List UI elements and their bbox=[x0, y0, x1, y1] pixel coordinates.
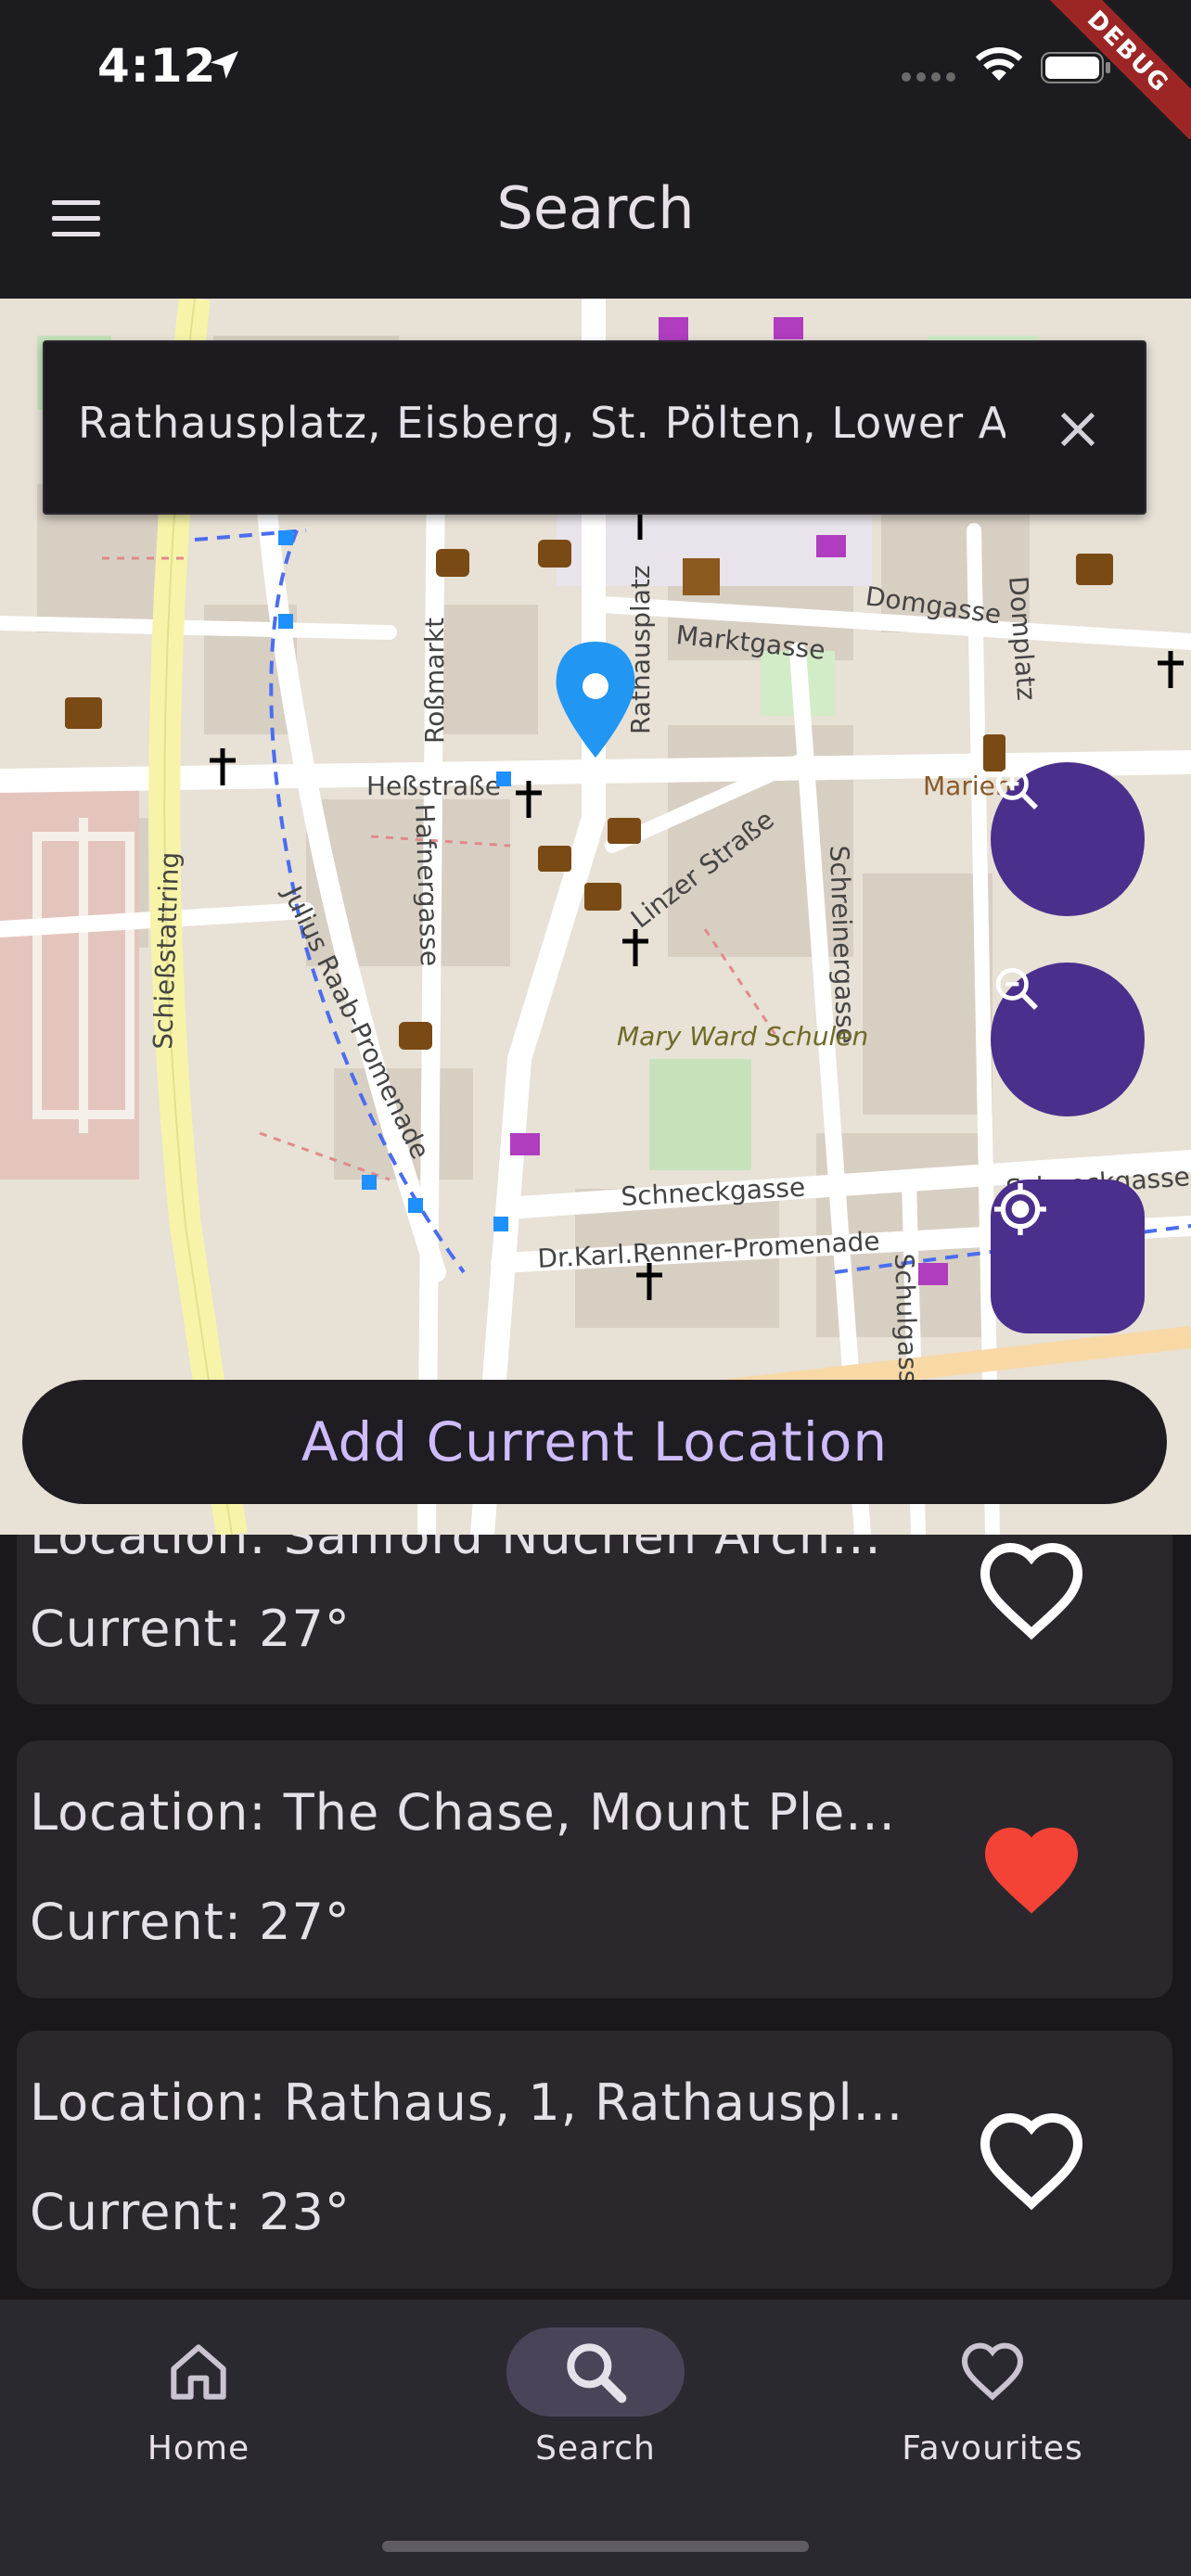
add-current-location-button[interactable]: Add Current Location bbox=[22, 1380, 1167, 1504]
home-icon bbox=[171, 2344, 226, 2400]
heart-filled-icon[interactable] bbox=[976, 1818, 1087, 1920]
status-time: 4:12 bbox=[97, 39, 217, 93]
map-label: Hafnergasse bbox=[409, 803, 445, 966]
zoom-in-button[interactable] bbox=[991, 762, 1145, 916]
map-label: Roßmarkt bbox=[419, 618, 450, 744]
my-location-button[interactable] bbox=[991, 1180, 1145, 1333]
map-label: Heßstraße bbox=[366, 771, 501, 801]
location-arrow-icon bbox=[211, 51, 238, 79]
nav-active-indicator bbox=[506, 2327, 685, 2417]
wifi-icon bbox=[975, 47, 1023, 81]
location-card[interactable]: Location: Rathaus, 1, Rathauspl... Curre… bbox=[17, 2031, 1172, 2289]
map-label: Domplatz bbox=[1003, 575, 1042, 701]
zoom-in-icon bbox=[995, 767, 1038, 810]
page-title: Search bbox=[496, 174, 695, 242]
current-temp: Current: 27° bbox=[30, 1600, 351, 1658]
zoom-out-button[interactable] bbox=[991, 963, 1145, 1116]
nav-item-search[interactable]: Search bbox=[456, 2327, 735, 2468]
nav-label-search: Search bbox=[535, 2429, 656, 2468]
location-card[interactable]: Location: Sanford Nuchen Arch... Current… bbox=[17, 1535, 1172, 1704]
location-card[interactable]: Location: The Chase, Mount Ple... Curren… bbox=[17, 1741, 1172, 1998]
search-field[interactable]: Rathausplatz, Eisberg, St. Pölten, Lower… bbox=[43, 340, 1146, 515]
map-label: Mary Ward Schulen bbox=[617, 1021, 868, 1052]
nav-label-home: Home bbox=[147, 2429, 250, 2468]
location-name: Location: Rathaus, 1, Rathauspl... bbox=[30, 2073, 904, 2132]
heart-outline-icon[interactable] bbox=[976, 2109, 1087, 2211]
nav-item-favourites[interactable]: Favourites bbox=[853, 2327, 1132, 2468]
map-pin-icon[interactable] bbox=[556, 642, 635, 758]
my-location-icon bbox=[994, 1183, 1046, 1235]
location-name: Location: Sanford Nuchen Arch... bbox=[30, 1535, 882, 1565]
battery-icon bbox=[1041, 52, 1110, 83]
home-indicator[interactable] bbox=[382, 2541, 809, 2552]
nav-label-favourites: Favourites bbox=[902, 2429, 1083, 2468]
search-icon bbox=[567, 2343, 627, 2404]
close-icon[interactable] bbox=[1052, 403, 1104, 455]
current-temp: Current: 23° bbox=[30, 2183, 351, 2241]
search-input[interactable]: Rathausplatz, Eisberg, St. Pölten, Lower… bbox=[78, 398, 1005, 448]
nav-item-home[interactable]: Home bbox=[59, 2327, 338, 2468]
app-bar: Search bbox=[0, 139, 1191, 299]
location-name: Location: The Chase, Mount Ple... bbox=[30, 1783, 896, 1842]
heart-icon bbox=[961, 2342, 1024, 2401]
current-temp: Current: 27° bbox=[30, 1893, 351, 1951]
zoom-out-icon bbox=[995, 967, 1038, 1010]
heart-outline-icon[interactable] bbox=[976, 1538, 1087, 1640]
status-bar: 4:12 DEBUG bbox=[0, 0, 1191, 151]
location-list[interactable]: Location: Sanford Nuchen Arch... Current… bbox=[0, 1535, 1191, 2300]
cellular-signal-icon bbox=[902, 72, 955, 82]
bottom-navigation: Home Search Favourites bbox=[0, 2300, 1191, 2576]
map-label: Rathausplatz bbox=[625, 565, 656, 734]
